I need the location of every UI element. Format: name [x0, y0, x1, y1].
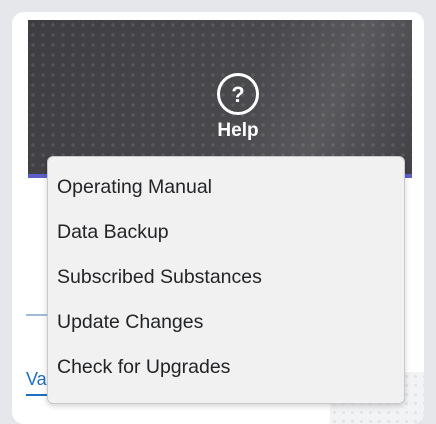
menu-item-subscribed-substances[interactable]: Subscribed Substances: [48, 260, 404, 305]
menu-item-operating-manual[interactable]: Operating Manual: [48, 170, 404, 215]
menu-item-update-changes[interactable]: Update Changes: [48, 305, 404, 350]
menu-item-check-for-upgrades[interactable]: Check for Upgrades: [48, 350, 404, 395]
help-label: Help: [217, 120, 259, 141]
question-mark-glyph: ?: [231, 82, 244, 107]
help-button[interactable]: ? Help: [198, 72, 278, 167]
help-dropdown-menu: Operating Manual Data Backup Subscribed …: [47, 156, 405, 404]
screen: ? Help Va Operating Manual Data Backup S…: [0, 0, 436, 424]
question-circle-icon: ?: [216, 72, 260, 116]
background-tab-label: Va: [26, 369, 47, 389]
header-banner: ? Help: [28, 20, 412, 178]
menu-item-data-backup[interactable]: Data Backup: [48, 215, 404, 260]
